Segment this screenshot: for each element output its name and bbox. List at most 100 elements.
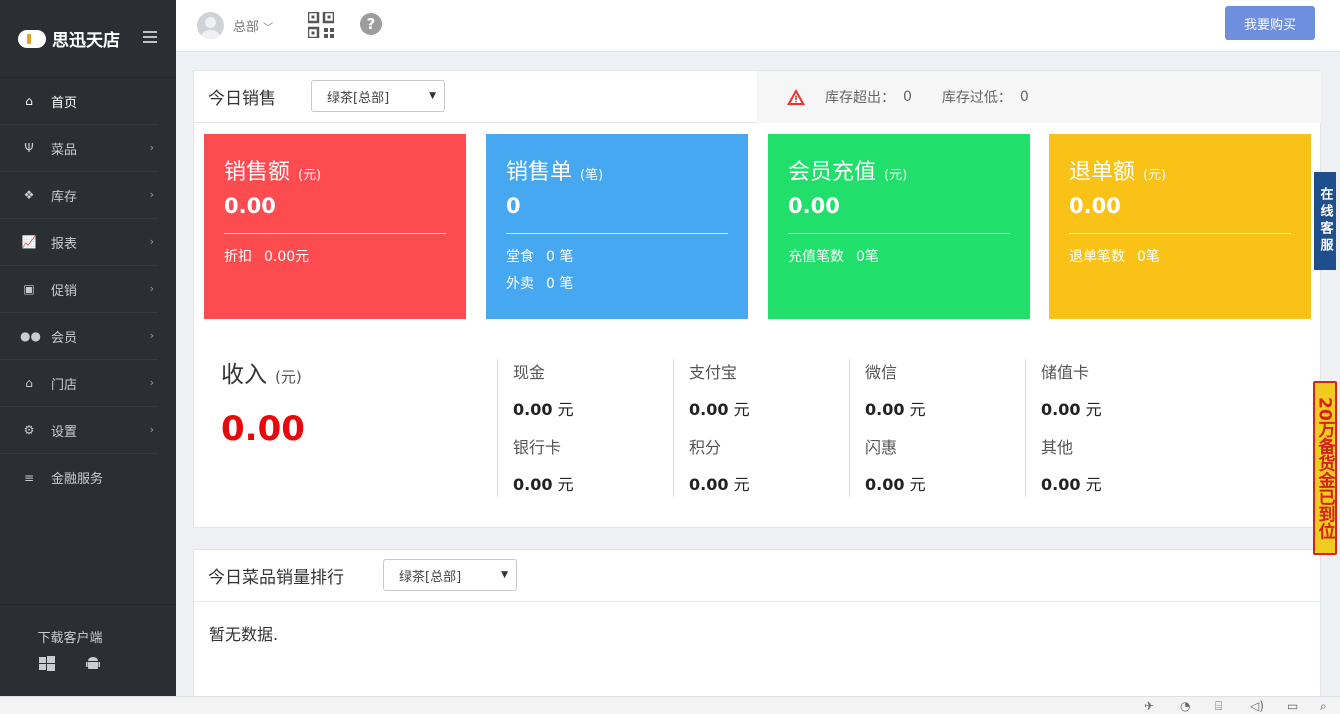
currency-label: 元 (909, 400, 926, 419)
divider (788, 233, 1010, 234)
divider (506, 233, 728, 234)
utensils-icon: Ψ (24, 141, 34, 155)
volume-icon[interactable]: ◁) (1250, 699, 1264, 713)
cloud-logo-icon (18, 29, 46, 48)
payment-column: 支付宝 0.00 元 积分 0.00 元 (673, 359, 849, 497)
card-value: 0.00 (788, 194, 840, 218)
currency-label: 元 (733, 400, 750, 419)
payment-amount: 0.00 (689, 400, 729, 419)
sidebar-item-home[interactable]: ⌂ 首页 (0, 78, 158, 125)
android-icon[interactable] (84, 656, 102, 674)
window-icon[interactable]: ▭ (1287, 699, 1298, 713)
divider (1069, 233, 1291, 234)
sidebar-item-label: 首页 (51, 95, 78, 111)
bottom-toolbar: ✈ ◔ ⌸ ◁) ▭ ⌕ (0, 696, 1340, 714)
payment-amount: 0.00 (513, 475, 553, 494)
currency-label: 元 (909, 475, 926, 494)
stock-over-value: 0 (903, 89, 912, 105)
download-client-label: 下载客户端 (37, 631, 103, 646)
qr-code-icon[interactable] (306, 10, 336, 40)
card-sub-label: 充值笔数 (788, 249, 844, 265)
divider (224, 233, 446, 234)
card-sub-value: 0笔 (1137, 249, 1160, 265)
payment-label: 支付宝 (689, 363, 738, 382)
card-sub-label: 堂食 (506, 249, 534, 265)
caret-down-icon: ▼ (429, 91, 436, 101)
sidebar-item-stores[interactable]: ⌂ 门店 › (0, 360, 158, 407)
payment-column: 微信 0.00 元 闪惠 0.00 元 (849, 359, 1025, 497)
panel-header: 今日菜品销量排行 绿茶[总部] ▼ (194, 550, 1320, 602)
caret-down-icon: ▼ (501, 570, 508, 580)
card-unit: (笔) (580, 168, 604, 183)
line-chart-icon: 📈 (21, 235, 37, 249)
payment-amount: 0.00 (865, 475, 905, 494)
payment-label: 银行卡 (513, 438, 562, 457)
bank-icon: ⌂ (25, 376, 33, 390)
income-unit: (元) (275, 368, 302, 386)
payment-label: 微信 (865, 363, 898, 382)
promo-banner[interactable]: 20万备货金已到位 (1313, 381, 1337, 555)
store-select[interactable]: 绿茶[总部] ▼ (383, 559, 517, 591)
chevron-right-icon: › (149, 423, 154, 436)
sidebar-item-label: 菜品 (51, 142, 78, 158)
chevron-right-icon: › (149, 376, 154, 389)
currency-label: 元 (557, 475, 574, 494)
sidebar-item-finance[interactable]: ≡ 金融服务 (0, 454, 158, 501)
brand-logo[interactable]: 思迅天店 (18, 26, 120, 51)
user-dropdown[interactable]: 总部 ﹀ (233, 16, 273, 35)
sidebar-item-members[interactable]: ●● 会员 › (0, 313, 158, 360)
income-value: 0.00 (221, 409, 305, 449)
card-sub-value: 0笔 (856, 249, 879, 265)
online-service-button[interactable]: 在线客服 (1314, 172, 1336, 270)
store-select[interactable]: 绿茶[总部] ▼ (311, 80, 445, 112)
sidebar-item-label: 门店 (51, 377, 78, 393)
help-icon[interactable]: ? (360, 13, 382, 35)
card-unit: (元) (1143, 168, 1167, 183)
sidebar-item-label: 设置 (51, 424, 78, 440)
warning-icon (787, 89, 805, 105)
card-unit: (元) (298, 168, 322, 183)
sidebar-item-reports[interactable]: 📈 报表 › (0, 219, 158, 266)
pin-icon[interactable]: ✈ (1144, 699, 1154, 713)
income-summary: 收入 (元) 0.00 (221, 355, 305, 449)
cubes-icon: ❖ (23, 188, 35, 202)
search-icon[interactable]: ⌕ (1320, 699, 1327, 714)
chevron-right-icon: › (149, 188, 154, 201)
sidebar-item-promotion[interactable]: ▣ 促销 › (0, 266, 158, 313)
speed-icon[interactable]: ◔ (1180, 699, 1190, 713)
payment-amount: 0.00 (689, 475, 729, 494)
card-sub-value: 0 笔 (546, 276, 574, 292)
payment-column: 储值卡 0.00 元 其他 0.00 元 (1025, 359, 1201, 497)
windows-icon[interactable] (38, 656, 56, 674)
payment-label: 储值卡 (1041, 363, 1090, 382)
avatar[interactable] (197, 12, 224, 39)
chevron-down-icon: ﹀ (263, 23, 274, 34)
stock-over-label: 库存超出： (825, 90, 895, 106)
brand: 思迅天店 (0, 0, 176, 78)
chevron-right-icon: › (149, 235, 154, 248)
card-sub-label: 折扣 (224, 249, 252, 265)
card-sub-label: 外卖 (506, 276, 534, 292)
card-title: 销售单 (506, 160, 573, 185)
payment-column: 现金 0.00 元 银行卡 0.00 元 (497, 359, 673, 497)
card-value: 0.00 (1069, 194, 1121, 218)
sidebar-item-label: 促销 (51, 283, 78, 299)
payment-amount: 0.00 (513, 400, 553, 419)
home-icon: ⌂ (25, 94, 33, 108)
stock-alert-area: 库存超出： 0 库存过低： 0 (757, 71, 1321, 123)
menu-toggle-icon[interactable] (143, 31, 157, 43)
chevron-right-icon: › (149, 329, 154, 342)
payment-amount: 0.00 (1041, 475, 1081, 494)
sidebar-item-label: 报表 (51, 236, 78, 252)
today-sales-panel: 今日销售 绿茶[总部] ▼ 库存超出： 0 库存过低： 0 销售额 (元) 0.0… (193, 70, 1321, 528)
currency-label: 元 (1085, 475, 1102, 494)
sidebar-item-inventory[interactable]: ❖ 库存 › (0, 172, 158, 219)
gift-icon: ▣ (23, 282, 35, 296)
sidebar-item-settings[interactable]: ⚙ 设置 › (0, 407, 158, 454)
buy-button[interactable]: 我要购买 (1225, 6, 1315, 40)
sidebar-item-dishes[interactable]: Ψ 菜品 › (0, 125, 158, 172)
trash-icon[interactable]: ⌸ (1215, 699, 1222, 714)
payment-amount: 0.00 (1041, 400, 1081, 419)
sales-amount-card: 销售额 (元) 0.00 折扣 0.00元 (204, 134, 466, 319)
income-title: 收入 (221, 362, 267, 388)
